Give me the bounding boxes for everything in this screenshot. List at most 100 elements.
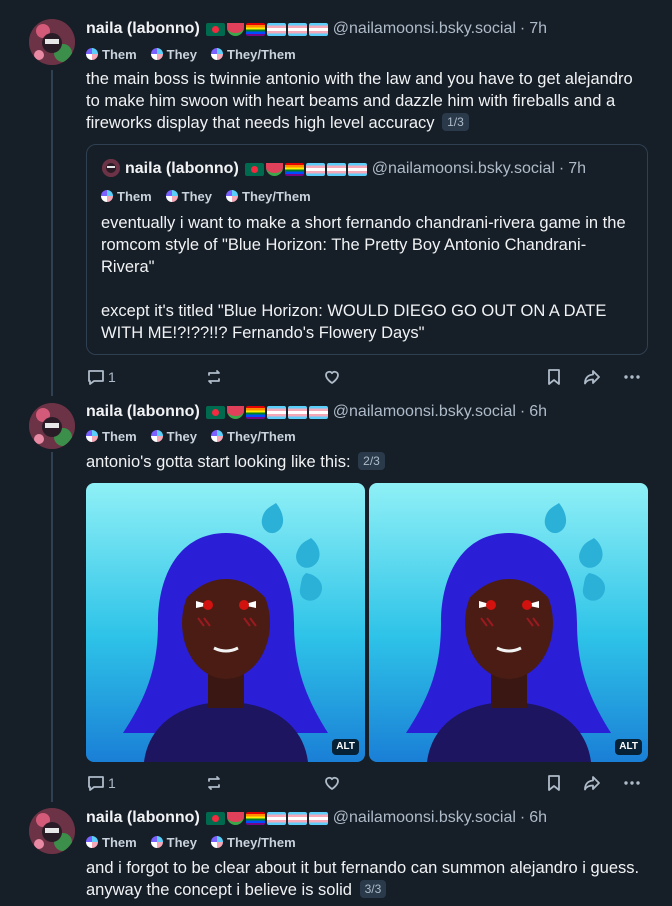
watermelon-icon xyxy=(226,811,244,825)
share-button[interactable] xyxy=(582,367,602,387)
pronoun-tag: They xyxy=(165,189,212,204)
post-image[interactable]: ALT xyxy=(369,483,648,762)
more-options-button[interactable] xyxy=(622,773,642,793)
post-actions: 1 xyxy=(86,367,646,391)
pronoun-tag: They xyxy=(150,47,197,62)
pronoun-icon xyxy=(211,836,224,848)
pronoun-icon xyxy=(211,48,224,60)
pronoun-tag: They/Them xyxy=(211,429,296,444)
pronoun-tags: Them They They/Them xyxy=(86,833,296,851)
quoted-author-name: naila (labonno) xyxy=(125,160,239,177)
quoted-post-time: 7h xyxy=(568,160,587,177)
pronoun-tag: Them xyxy=(101,189,152,204)
share-button[interactable] xyxy=(582,773,602,793)
transgender-flag-icon xyxy=(266,811,286,825)
separator-dot: · xyxy=(519,20,526,37)
reply-count: 1 xyxy=(108,369,116,385)
pronoun-tags: Them They They/Them xyxy=(86,45,296,63)
bookmark-icon xyxy=(548,369,560,385)
heart-icon xyxy=(325,776,339,790)
heart-icon xyxy=(325,370,339,384)
thread-counter-badge: 2/3 xyxy=(358,452,385,470)
post-time[interactable]: 6h xyxy=(529,403,547,421)
transgender-flag-icon xyxy=(308,811,328,825)
alt-text-badge[interactable]: ALT xyxy=(615,739,642,755)
repost-button[interactable] xyxy=(204,367,224,387)
post-time[interactable]: 7h xyxy=(529,20,547,38)
reply-button[interactable]: 1 xyxy=(86,773,116,793)
thread-counter-badge: 1/3 xyxy=(442,113,469,131)
image-gallery: ALT ALT xyxy=(86,483,648,762)
transgender-flag-icon xyxy=(326,162,346,176)
post-text: and i forgot to be clear about it but fe… xyxy=(86,859,640,899)
quoted-post[interactable]: naila (labonno) @nailamoonsi.bsky.social… xyxy=(86,144,648,355)
like-button[interactable] xyxy=(322,367,342,387)
more-options-button[interactable] xyxy=(622,367,642,387)
transgender-flag-icon xyxy=(308,405,328,419)
quoted-text: eventually i want to make a short fernan… xyxy=(101,214,626,342)
pronoun-tag: They xyxy=(150,429,197,444)
post-time[interactable]: 6h xyxy=(529,809,547,827)
thread-counter-badge: 3/3 xyxy=(359,880,387,898)
post-text: the main boss is twinnie antonio with th… xyxy=(86,70,633,132)
transgender-flag-icon xyxy=(287,22,307,36)
watermelon-icon xyxy=(226,22,244,36)
bangladesh-flag-icon xyxy=(205,22,225,36)
quoted-author-handle: @nailamoonsi.bsky.social xyxy=(371,160,555,177)
pronoun-icon xyxy=(101,190,113,202)
author-name[interactable]: naila (labonno) xyxy=(86,20,200,38)
pronoun-icon xyxy=(226,190,239,202)
quoted-avatar xyxy=(102,159,120,177)
bangladesh-flag-icon xyxy=(205,405,225,419)
pronoun-icon xyxy=(211,430,224,442)
post-header: naila (labonno) @nailamoonsi.bsky.social… xyxy=(86,400,652,424)
watermelon-icon xyxy=(226,405,244,419)
pronoun-tag: Them xyxy=(86,429,137,444)
character-artwork xyxy=(369,483,648,762)
share-icon xyxy=(584,776,600,791)
quoted-header: naila (labonno) @nailamoonsi.bsky.social… xyxy=(125,157,637,181)
bookmark-button[interactable] xyxy=(544,773,564,793)
pronoun-tags: Them They They/Them xyxy=(101,187,311,205)
rainbow-flag-icon xyxy=(245,811,265,825)
author-handle[interactable]: @nailamoonsi.bsky.social xyxy=(333,403,516,421)
reply-count: 1 xyxy=(108,775,116,791)
pronoun-tag: Them xyxy=(86,47,137,62)
pronoun-tag: They/Them xyxy=(226,189,311,204)
post-header: naila (labonno) @nailamoonsi.bsky.social… xyxy=(86,17,652,41)
reply-icon xyxy=(88,370,104,385)
bookmark-button[interactable] xyxy=(544,367,564,387)
author-handle[interactable]: @nailamoonsi.bsky.social xyxy=(333,809,516,827)
watermelon-icon xyxy=(265,162,283,176)
rainbow-flag-icon xyxy=(284,162,304,176)
flag-icons xyxy=(205,22,328,36)
avatar[interactable] xyxy=(29,403,75,449)
pronoun-tag: They xyxy=(150,835,197,850)
alt-text-badge[interactable]: ALT xyxy=(332,739,359,755)
transgender-flag-icon xyxy=(266,22,286,36)
separator-dot: · xyxy=(519,403,526,420)
bangladesh-flag-icon xyxy=(205,811,225,825)
reply-button[interactable]: 1 xyxy=(86,367,116,387)
repost-button[interactable] xyxy=(204,773,224,793)
avatar[interactable] xyxy=(29,808,75,854)
pronoun-icon xyxy=(165,190,178,202)
flag-icons xyxy=(244,162,367,176)
repost-icon xyxy=(208,776,220,790)
pronoun-tags: Them They They/Them xyxy=(86,427,296,445)
author-name[interactable]: naila (labonno) xyxy=(86,809,200,827)
more-icon xyxy=(624,375,640,379)
separator-dot: · xyxy=(558,160,565,177)
post-image[interactable]: ALT xyxy=(86,483,365,762)
author-name[interactable]: naila (labonno) xyxy=(86,403,200,421)
character-artwork xyxy=(86,483,365,762)
like-button[interactable] xyxy=(322,773,342,793)
author-handle[interactable]: @nailamoonsi.bsky.social xyxy=(333,20,516,38)
thread-post-2[interactable]: naila (labonno) @nailamoonsi.bsky.social… xyxy=(0,400,672,805)
flag-icons xyxy=(205,811,328,825)
thread-post-1[interactable]: naila (labonno) @nailamoonsi.bsky.social… xyxy=(0,0,672,400)
transgender-flag-icon xyxy=(305,162,325,176)
avatar[interactable] xyxy=(29,19,75,65)
thread-post-3[interactable]: naila (labonno) @nailamoonsi.bsky.social… xyxy=(0,805,672,906)
pronoun-tag: They/Them xyxy=(211,47,296,62)
